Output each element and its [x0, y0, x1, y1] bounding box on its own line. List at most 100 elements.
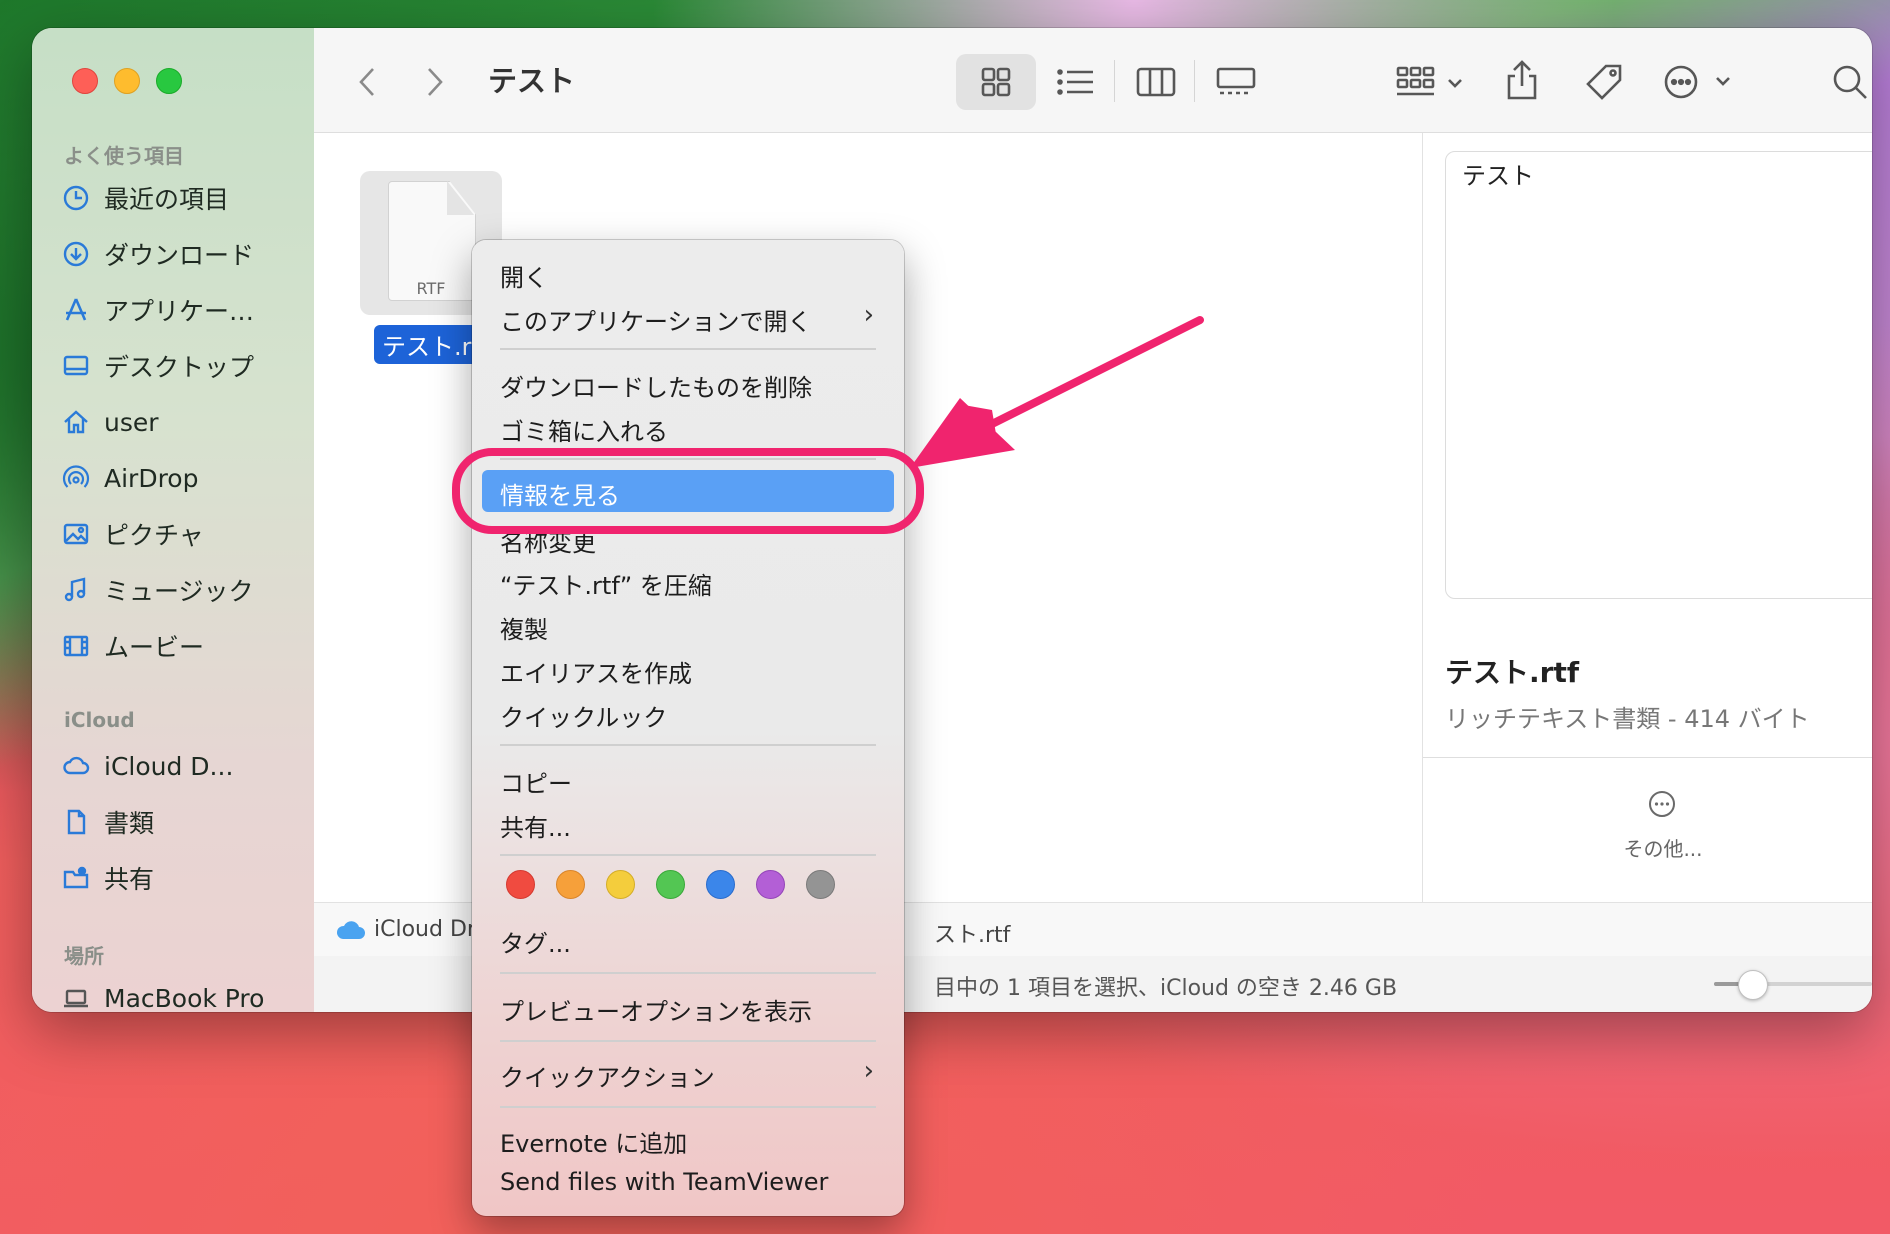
- share-button[interactable]: [1502, 56, 1542, 104]
- movies-icon: [62, 632, 90, 660]
- sidebar-item-label: アプリケー…: [104, 297, 255, 326]
- airdrop-icon: [62, 464, 90, 492]
- gallery-view-button[interactable]: [1214, 64, 1258, 100]
- sidebar-item-music[interactable]: ミュージック: [62, 568, 302, 612]
- preview-file-name: テスト.rtf: [1445, 656, 1580, 689]
- menu-item-make-alias[interactable]: エイリアスを作成: [500, 654, 692, 689]
- minimize-button[interactable]: [114, 68, 140, 94]
- group-by-button[interactable]: [1394, 62, 1468, 102]
- sidebar-item-icloud-drive[interactable]: iCloud D...: [62, 744, 302, 788]
- sidebar-item-label: ダウンロード: [104, 241, 255, 270]
- menu-separator: [500, 854, 876, 856]
- home-icon: [62, 408, 90, 436]
- search-icon: [1833, 65, 1867, 99]
- cloud-icon: [62, 752, 90, 780]
- more-actions-button[interactable]: [1662, 60, 1738, 104]
- sidebar-item-label: ムービー: [104, 633, 205, 662]
- sidebar-item-recents[interactable]: 最近の項目: [62, 176, 302, 220]
- finder-window: よく使う項目 最近の項目 ダウンロード アプリケー… デスクトップ user A…: [32, 28, 1872, 1012]
- menu-item-duplicate[interactable]: 複製: [500, 610, 548, 645]
- menu-item-teamviewer[interactable]: Send files with TeamViewer: [500, 1168, 828, 1196]
- download-icon: [62, 240, 90, 268]
- window-title: テスト: [488, 64, 576, 98]
- sidebar-item-pictures[interactable]: ピクチャ: [62, 512, 302, 556]
- icon-size-slider-knob[interactable]: [1738, 970, 1768, 1000]
- menu-item-tags[interactable]: タグ...: [500, 924, 571, 959]
- tag-icon: [1586, 64, 1622, 100]
- sidebar-section-locations: 場所: [64, 944, 104, 968]
- menu-item-move-to-trash[interactable]: ゴミ箱に入れる: [500, 412, 668, 447]
- icloud-icon: [336, 921, 365, 939]
- tag-green-button[interactable]: [656, 870, 685, 899]
- sidebar-section-favorites: よく使う項目: [64, 144, 184, 168]
- sidebar-item-label: 書類: [104, 809, 155, 838]
- path-root[interactable]: iCloud Dr: [374, 917, 476, 942]
- sidebar-item-label: デスクトップ: [104, 353, 255, 382]
- preview-file-kind: リッチテキスト書類 - 414 バイト: [1445, 705, 1810, 733]
- menu-item-compress[interactable]: “テスト.rtf” を圧縮: [500, 566, 712, 601]
- tag-blue-button[interactable]: [706, 870, 735, 899]
- ellipsis-circle-icon[interactable]: [1647, 789, 1677, 819]
- menu-item-open-with[interactable]: このアプリケーションで開く: [500, 302, 812, 337]
- preview-more-button[interactable]: その他...: [1603, 833, 1723, 862]
- sidebar-item-label: 共有: [104, 865, 155, 894]
- ellipsis-circle-icon: [1664, 65, 1730, 99]
- menu-item-evernote[interactable]: Evernote に追加: [500, 1124, 687, 1159]
- sidebar-item-applications[interactable]: アプリケー…: [62, 288, 302, 332]
- tag-gray-button[interactable]: [806, 870, 835, 899]
- clock-icon: [62, 184, 90, 212]
- sidebar-item-documents[interactable]: 書類: [62, 800, 302, 844]
- document-icon: [62, 808, 90, 836]
- back-button[interactable]: [352, 62, 382, 102]
- tag-button[interactable]: [1582, 60, 1626, 104]
- chevron-right-icon: ›: [863, 300, 874, 330]
- preview-content-text: テスト: [1462, 162, 1534, 190]
- sidebar-item-airdrop[interactable]: AirDrop: [62, 456, 302, 500]
- menu-separator: [500, 972, 876, 974]
- menu-item-remove-download[interactable]: ダウンロードしたものを削除: [500, 368, 812, 403]
- list-view-button[interactable]: [1056, 64, 1096, 100]
- share-icon: [1507, 60, 1537, 100]
- menu-item-show-preview-options[interactable]: プレビューオプションを表示: [500, 992, 812, 1027]
- sidebar-item-shared[interactable]: 共有: [62, 856, 302, 900]
- chevron-left-icon: [359, 68, 374, 96]
- columns-icon: [1136, 67, 1176, 97]
- laptop-icon: [62, 984, 90, 1012]
- path-file[interactable]: スト.rtf: [934, 917, 1010, 949]
- music-icon: [62, 576, 90, 604]
- sidebar-item-desktop[interactable]: デスクトップ: [62, 344, 302, 388]
- preview-pane: テスト テスト.rtf リッチテキスト書類 - 414 バイト その他...: [1422, 133, 1872, 903]
- forward-button[interactable]: [420, 62, 450, 102]
- icon-view-button[interactable]: [976, 64, 1016, 100]
- annotation-highlight-ring: [452, 448, 924, 534]
- menu-item-share[interactable]: 共有...: [500, 808, 571, 843]
- tag-color-row: [506, 870, 835, 899]
- menu-item-quick-actions[interactable]: クイックアクション: [500, 1058, 715, 1093]
- menu-separator: [500, 1040, 876, 1042]
- toolbar: テスト: [314, 28, 1872, 133]
- sidebar-item-label: iCloud D...: [104, 751, 234, 781]
- tag-yellow-button[interactable]: [606, 870, 635, 899]
- column-view-button[interactable]: [1136, 64, 1176, 100]
- pictures-icon: [62, 520, 90, 548]
- annotation-arrow-icon: [910, 316, 1204, 468]
- group-grid-icon: [1396, 66, 1462, 96]
- close-button[interactable]: [72, 68, 98, 94]
- search-button[interactable]: [1828, 60, 1872, 104]
- sidebar-item-movies[interactable]: ムービー: [62, 624, 302, 668]
- menu-item-copy[interactable]: コピー: [500, 764, 572, 799]
- tag-red-button[interactable]: [506, 870, 535, 899]
- shared-folder-icon: [62, 864, 90, 892]
- sidebar-item-label: ミュージック: [104, 577, 254, 606]
- sidebar-item-home[interactable]: user: [62, 400, 302, 444]
- sidebar-item-macbook[interactable]: MacBook Pro: [62, 976, 302, 1012]
- zoom-button[interactable]: [156, 68, 182, 94]
- sidebar-item-label: user: [104, 407, 159, 437]
- status-text: 目中の 1 項目を選択、iCloud の空き 2.46 GB: [934, 976, 1398, 1001]
- sidebar-item-downloads[interactable]: ダウンロード: [62, 232, 302, 276]
- grid-icon: [981, 67, 1011, 97]
- menu-item-open[interactable]: 開く: [500, 258, 548, 293]
- tag-purple-button[interactable]: [756, 870, 785, 899]
- tag-orange-button[interactable]: [556, 870, 585, 899]
- menu-item-quick-look[interactable]: クイックルック: [500, 698, 667, 733]
